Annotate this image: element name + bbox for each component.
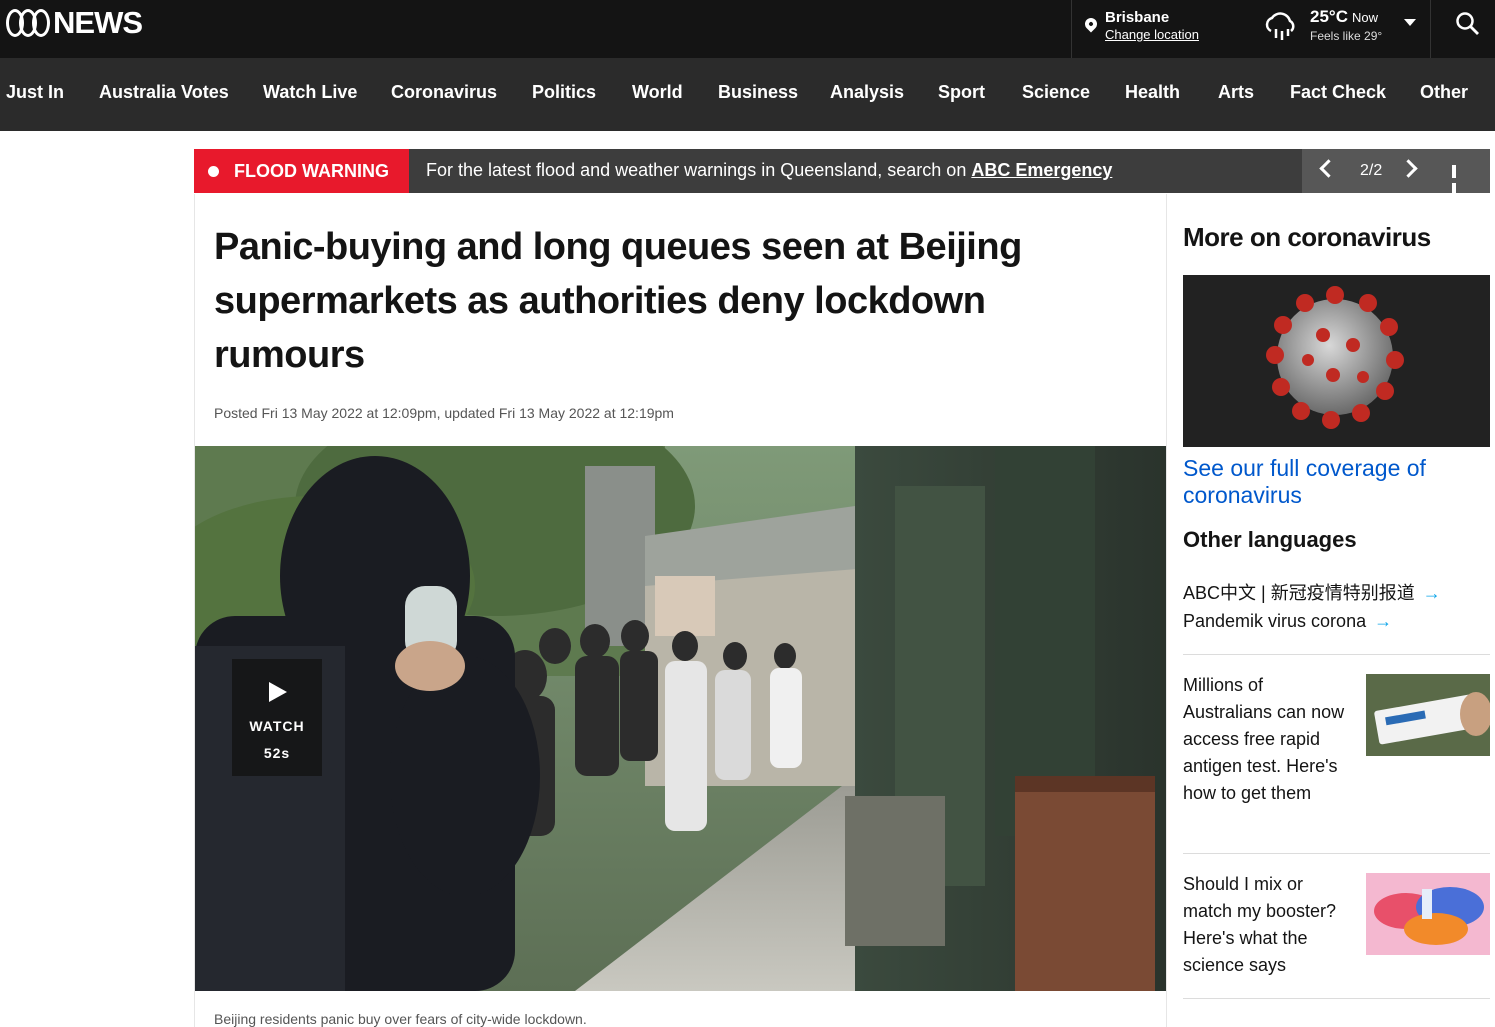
language-link-chinese[interactable]: ABC中文 | 新冠疫情特别报道 → [1183, 579, 1441, 605]
watch-label: WATCH [249, 718, 305, 734]
article: Panic-buying and long queues seen at Bei… [194, 194, 1167, 1027]
nav-science[interactable]: Science [1022, 82, 1090, 103]
coronavirus-image[interactable] [1183, 275, 1490, 447]
alert-dot-icon [208, 166, 219, 177]
chevron-left-icon[interactable] [1319, 159, 1338, 178]
location-city: Brisbane [1105, 9, 1170, 26]
other-languages-title: Other languages [1183, 527, 1357, 552]
nav-sport[interactable]: Sport [938, 82, 985, 103]
story-title[interactable]: Should I mix or match my booster? Here's… [1183, 871, 1353, 979]
nav-other[interactable]: Other [1420, 82, 1468, 103]
booster-image [1366, 873, 1490, 955]
flood-warning-banner: FLOOD WARNING For the latest flood and w… [194, 149, 1490, 196]
nav-coronavirus[interactable]: Coronavirus [391, 82, 497, 103]
video-duration: 52s [263, 745, 291, 761]
temperature-now-label: Now [1351, 10, 1378, 25]
image-caption: Beijing residents panic buy over fears o… [214, 1011, 587, 1027]
related-story-1[interactable]: Millions of Australians can now access f… [1183, 672, 1490, 832]
nav-australia-votes[interactable]: Australia Votes [99, 82, 229, 103]
full-coverage-link[interactable]: See our full coverage of coronavirus [1183, 455, 1490, 509]
abc-logo-icon [6, 9, 50, 37]
nav-arts[interactable]: Arts [1218, 82, 1254, 103]
logo-text: NEWS [53, 5, 143, 40]
story-thumbnail[interactable] [1366, 873, 1490, 955]
alert-label-box: FLOOD WARNING [194, 149, 409, 193]
posted-date: Fri 13 May 2022 at 12:09pm [261, 405, 437, 421]
change-location-link[interactable]: Change location [1105, 26, 1199, 43]
rapid-test-image [1366, 674, 1490, 756]
temperature: 25°C [1310, 7, 1348, 26]
alert-message: For the latest flood and weather warning… [426, 149, 1112, 191]
nav-world[interactable]: World [632, 82, 683, 103]
nav-business[interactable]: Business [718, 82, 798, 103]
weather-widget[interactable]: 25°C Now Feels like 29° [1260, 0, 1431, 58]
nav-just-in[interactable]: Just In [6, 82, 64, 103]
search-icon [1456, 12, 1479, 35]
alert-label: FLOOD WARNING [234, 161, 389, 181]
alert-message-text: For the latest flood and weather warning… [426, 160, 972, 180]
divider [1183, 998, 1490, 999]
search-button[interactable] [1433, 0, 1495, 58]
location-selector[interactable]: Brisbane Change location [1071, 0, 1252, 58]
virus-illustration [1183, 275, 1490, 447]
location-pin-icon [1082, 15, 1100, 33]
chevron-right-icon[interactable] [1399, 159, 1418, 178]
hero-video[interactable]: WATCH 52s [195, 446, 1166, 991]
top-bar: NEWS Brisbane Change location 25°C Now Fe… [0, 0, 1495, 58]
nav-analysis[interactable]: Analysis [830, 82, 904, 103]
nav-politics[interactable]: Politics [532, 82, 596, 103]
story-thumbnail[interactable] [1366, 674, 1490, 756]
abc-emergency-link[interactable]: ABC Emergency [971, 160, 1112, 180]
chevron-down-icon[interactable] [1404, 19, 1416, 26]
nav-watch-live[interactable]: Watch Live [263, 82, 357, 103]
nav-health[interactable]: Health [1125, 82, 1180, 103]
posted-label: Posted [214, 405, 262, 421]
hero-image [195, 446, 1166, 991]
article-timestamp: Posted Fri 13 May 2022 at 12:09pm, updat… [214, 405, 674, 421]
watch-video-button[interactable]: WATCH 52s [232, 659, 322, 776]
feels-like: Feels like 29° [1310, 29, 1383, 43]
language-link-indonesian[interactable]: Pandemik virus corona → [1183, 611, 1392, 632]
updated-date: Fri 13 May 2022 at 12:19pm [498, 405, 674, 421]
divider [1183, 853, 1490, 854]
rain-cloud-icon [1265, 12, 1295, 40]
updated-label: , updated [436, 405, 499, 421]
arrow-right-icon: → [1422, 583, 1441, 603]
alert-controls: 2/2 [1302, 149, 1490, 196]
article-headline: Panic-buying and long queues seen at Bei… [214, 226, 1022, 376]
language-link-label: Pandemik virus corona [1183, 611, 1367, 631]
divider [1183, 654, 1490, 655]
story-title[interactable]: Millions of Australians can now access f… [1183, 672, 1353, 807]
language-link-label: ABC中文 | 新冠疫情特别报道 [1183, 583, 1415, 603]
sidebar-title: More on coronavirus [1183, 222, 1431, 252]
arrow-right-icon: → [1374, 611, 1393, 631]
alert-counter: 2/2 [1360, 162, 1383, 179]
abc-news-logo[interactable]: NEWS [6, 5, 143, 40]
related-story-2[interactable]: Should I mix or match my booster? Here's… [1183, 871, 1490, 991]
play-icon [269, 682, 287, 702]
pause-icon[interactable] [1452, 165, 1464, 196]
main-nav: Just In Australia Votes Watch Live Coron… [0, 58, 1495, 131]
nav-fact-check[interactable]: Fact Check [1290, 82, 1386, 103]
